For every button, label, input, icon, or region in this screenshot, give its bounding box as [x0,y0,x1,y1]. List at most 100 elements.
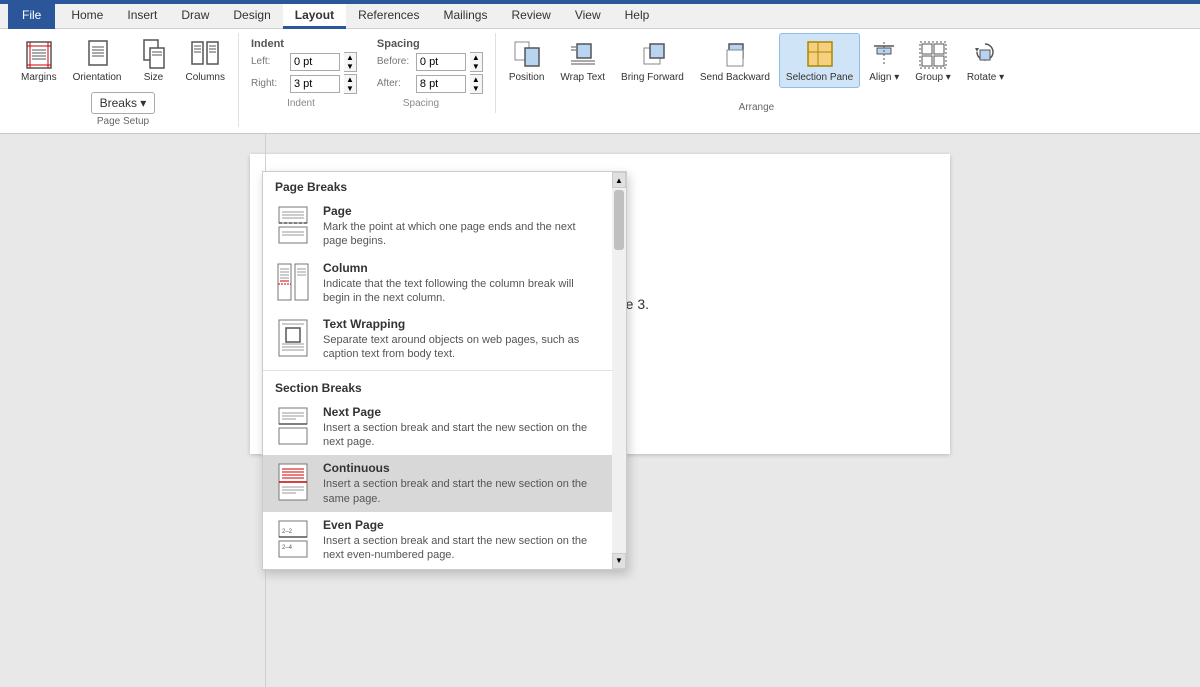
bring-forward-icon [636,38,668,70]
even-page-item-title: Even Page [323,518,600,532]
bring-forward-label: Bring Forward [621,72,684,83]
group-button[interactable]: Group ▾ [908,33,958,88]
dropdown-inner: Page Breaks [263,172,626,569]
column-item-title: Column [323,261,600,275]
spacing-after-spin[interactable]: ▲▼ [470,74,483,94]
next-page-break-icon [275,405,311,447]
breaks-label: Breaks ▾ [100,96,147,110]
bring-forward-button[interactable]: Bring Forward [614,33,691,88]
page-item-title: Page [323,204,600,218]
indent-group-label: Indent [251,98,351,109]
menu-item-even-page[interactable]: 2–2 2–4 Even Page Insert a section break… [263,512,612,569]
orientation-icon [81,38,113,70]
indent-left-spin[interactable]: ▲▼ [344,52,357,72]
scroll-down-arrow[interactable]: ▼ [612,553,626,569]
dropdown-scrollbar[interactable]: ▲ ▼ [612,172,626,569]
spacing-before-input[interactable] [416,53,466,71]
page-item-desc: Mark the point at which one page ends an… [323,220,600,249]
ribbon-tabs: File Home Insert Draw Design Layout Refe… [0,4,1200,29]
columns-label: Columns [186,72,225,83]
text-wrapping-item-title: Text Wrapping [323,317,600,331]
menu-item-continuous[interactable]: Continuous Insert a section break and st… [263,455,612,512]
spacing-after-input[interactable] [416,75,466,93]
send-backward-label: Send Backward [700,72,770,83]
breaks-dropdown: ▲ ▼ Page Breaks [262,171,627,570]
columns-button[interactable]: Columns [179,33,232,88]
align-label: Align ▾ [869,72,899,83]
tab-help[interactable]: Help [613,4,662,29]
orientation-button[interactable]: Orientation [66,33,129,88]
tab-home[interactable]: Home [59,4,115,29]
next-page-item-text: Next Page Insert a section break and sta… [323,405,600,450]
position-icon [511,38,543,70]
menu-item-column[interactable]: Column Indicate that the text following … [263,255,612,312]
position-label: Position [509,72,545,83]
size-label: Size [144,72,163,83]
tab-insert[interactable]: Insert [115,4,169,29]
wrap-text-icon [567,38,599,70]
svg-text:2–2: 2–2 [282,529,293,535]
text-wrapping-icon [275,317,311,359]
orientation-label: Orientation [73,72,122,83]
next-page-item-title: Next Page [323,405,600,419]
size-icon [138,38,170,70]
tab-view[interactable]: View [563,4,613,29]
spacing-before-label: Before: [377,56,412,67]
rotate-label: Rotate ▾ [967,72,1004,83]
arrange-buttons: Position Wrap Text Bring Forw [502,33,1011,88]
even-page-break-icon: 2–2 2–4 [275,518,311,560]
column-item-text: Column Indicate that the text following … [323,261,600,306]
even-page-item-text: Even Page Insert a section break and sta… [323,518,600,563]
main-content: Sample page 3. ▲ ▼ Page Breaks [0,134,1200,687]
scroll-up-arrow[interactable]: ▲ [612,172,626,188]
tab-draw[interactable]: Draw [169,4,221,29]
scroll-thumb[interactable] [614,190,624,250]
rotate-icon [971,38,999,70]
tab-layout[interactable]: Layout [283,4,346,29]
position-button[interactable]: Position [502,33,552,88]
spacing-header: Spacing [377,38,483,50]
group-icon [919,38,947,70]
group-label: Group ▾ [915,72,951,83]
breaks-button[interactable]: Breaks ▾ [91,92,156,114]
page-setup-label: Page Setup [97,116,149,127]
indent-right-label: Right: [251,78,286,89]
tab-review[interactable]: Review [499,4,562,29]
text-wrapping-item-text: Text Wrapping Separate text around objec… [323,317,600,362]
indent-header: Indent [251,38,357,50]
send-backward-icon [719,38,751,70]
indent-right-spin[interactable]: ▲▼ [344,74,357,94]
tab-design[interactable]: Design [221,4,282,29]
tab-mailings[interactable]: Mailings [431,4,499,29]
section-breaks-header: Section Breaks [263,373,612,399]
margins-button[interactable]: Margins [14,33,64,88]
indent-left-input[interactable] [290,53,340,71]
margins-icon [23,38,55,70]
page-break-icon [275,204,311,246]
send-backward-button[interactable]: Send Backward [693,33,777,88]
text-wrapping-item-desc: Separate text around objects on web page… [323,333,600,362]
continuous-item-title: Continuous [323,461,600,475]
spacing-group-label: Spacing [371,98,471,109]
align-icon [870,38,898,70]
page-setup-buttons: Margins Orientation [14,33,232,88]
spacing-before-spin[interactable]: ▲▼ [470,52,483,72]
menu-item-next-page[interactable]: Next Page Insert a section break and sta… [263,399,612,456]
selection-pane-button[interactable]: Selection Pane [779,33,860,88]
even-page-item-desc: Insert a section break and start the new… [323,534,600,563]
align-button[interactable]: Align ▾ [862,33,906,88]
menu-item-page[interactable]: Page Mark the point at which one page en… [263,198,612,255]
columns-icon [189,38,221,70]
svg-text:2–4: 2–4 [282,545,293,551]
rotate-button[interactable]: Rotate ▾ [960,33,1011,88]
indent-right-input[interactable] [290,75,340,93]
menu-item-text-wrapping[interactable]: Text Wrapping Separate text around objec… [263,311,612,368]
continuous-item-text: Continuous Insert a section break and st… [323,461,600,506]
tab-references[interactable]: References [346,4,431,29]
tab-file[interactable]: File [8,4,55,29]
next-page-item-desc: Insert a section break and start the new… [323,421,600,450]
arrange-label: Arrange [739,102,775,113]
section-divider [263,370,612,371]
wrap-text-button[interactable]: Wrap Text [553,33,612,88]
size-button[interactable]: Size [131,33,177,88]
